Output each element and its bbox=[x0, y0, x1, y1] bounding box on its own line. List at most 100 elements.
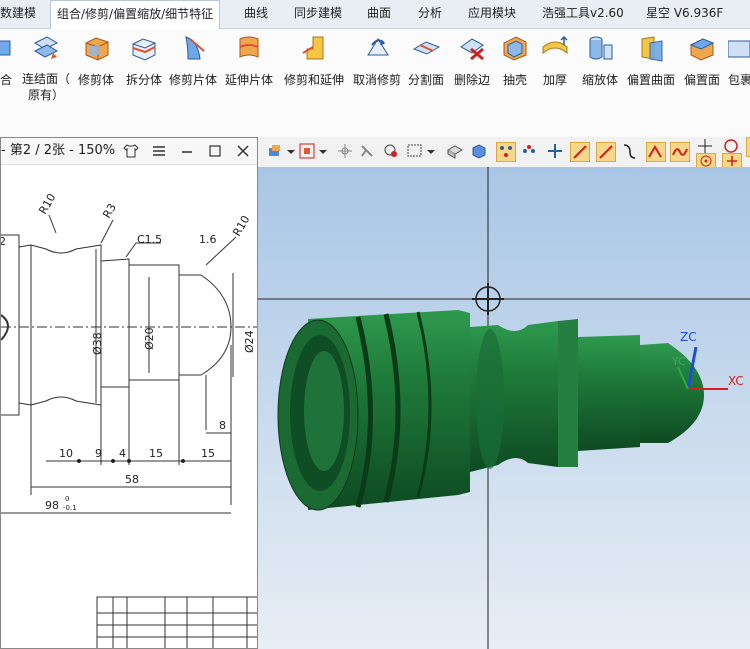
join-face-label-2: 原有） bbox=[27, 88, 64, 102]
delete-edge-icon bbox=[460, 38, 484, 61]
dropdown-icon[interactable] bbox=[286, 142, 296, 160]
angle-snap-icon[interactable] bbox=[646, 142, 666, 162]
box-select-icon[interactable] bbox=[406, 142, 424, 160]
wrap-button[interactable]: 包裹 bbox=[728, 33, 750, 103]
offset-face-icon bbox=[689, 38, 715, 61]
spline-snap-icon[interactable] bbox=[670, 142, 690, 162]
scale-body-icon bbox=[589, 36, 613, 60]
dim-c1-5: C1.5 bbox=[137, 233, 162, 246]
solid-view-icon[interactable] bbox=[470, 142, 488, 160]
axis-label-xc: XC bbox=[728, 374, 744, 388]
delete-edge-button[interactable]: 删除边 bbox=[452, 33, 492, 103]
thicken-button[interactable]: 加厚 bbox=[540, 33, 570, 103]
pdf-title: - 第2 / 2张 - 150% bbox=[1, 143, 116, 158]
ribbon-tab-bar: 数建模 组合/修剪/偏置缩放/细节特征 曲线 同步建模 曲面 分析 应用模块 浩… bbox=[0, 0, 750, 29]
display-mode-icon[interactable] bbox=[266, 142, 284, 160]
tab-modeling[interactable]: 数建模 bbox=[0, 0, 36, 27]
dim-9: 9 bbox=[95, 447, 102, 460]
combine-button[interactable]: 合 bbox=[0, 33, 16, 103]
shell-button[interactable]: 抽壳 bbox=[500, 33, 530, 103]
join-face-button[interactable]: 连结面（ 原有） bbox=[22, 33, 70, 103]
dim-98-lower-tol: -0.1 bbox=[63, 504, 77, 512]
tab-xingkong[interactable]: 星空 V6.936F bbox=[646, 0, 723, 27]
dim-r10-right: R10 bbox=[230, 213, 252, 238]
shaded-view-icon[interactable] bbox=[446, 142, 464, 160]
dim-15-b: 15 bbox=[201, 447, 215, 460]
trim-body-icon bbox=[85, 37, 109, 61]
wcs-icon[interactable] bbox=[358, 142, 376, 160]
snap-point-icon[interactable] bbox=[336, 142, 354, 160]
pdf-page: 2 R10 R3 C1.5 1.6 R10 Ø38 Ø20 Ø24 8 10 9… bbox=[1, 165, 257, 648]
axis-label-yc: YC bbox=[671, 355, 686, 368]
engineering-drawing: 2 R10 R3 C1.5 1.6 R10 Ø38 Ø20 Ø24 8 10 9… bbox=[1, 191, 257, 648]
untrim-button[interactable]: 取消修剪 bbox=[352, 33, 402, 103]
dim-r3: R3 bbox=[100, 201, 119, 220]
shirt-icon[interactable] bbox=[123, 143, 139, 159]
line-snap-icon[interactable] bbox=[570, 142, 590, 162]
selection-box-icon[interactable] bbox=[298, 142, 316, 160]
trim-body-button[interactable]: 修剪体 bbox=[76, 33, 116, 103]
join-face-icon bbox=[33, 36, 59, 59]
cursor-crosshair-icon bbox=[472, 283, 504, 315]
point-on-icon[interactable] bbox=[382, 142, 400, 160]
tab-haoqiang-tools[interactable]: 浩强工具v2.60 bbox=[542, 0, 624, 27]
trim-sheet-button[interactable]: 修剪片体 bbox=[168, 33, 218, 103]
dropdown-icon-2[interactable] bbox=[318, 142, 328, 160]
dim-15-a: 15 bbox=[149, 447, 163, 460]
divide-face-icon bbox=[412, 41, 441, 55]
vertex-select-icon[interactable] bbox=[496, 142, 516, 162]
scale-body-button[interactable]: 缩放体 bbox=[580, 33, 620, 103]
join-face-label-1: 连结面（ bbox=[22, 72, 71, 86]
turned-shaft-model bbox=[277, 310, 704, 511]
offset-surface-icon bbox=[641, 36, 663, 62]
maximize-icon[interactable] bbox=[207, 143, 223, 159]
model-canvas: ZC YC XC bbox=[258, 167, 750, 649]
extend-sheet-button[interactable]: 延伸片体 bbox=[224, 33, 274, 103]
trim-extend-button[interactable]: 修剪和延伸 bbox=[282, 33, 346, 103]
line-snap-icon-2[interactable] bbox=[596, 142, 616, 162]
split-body-icon bbox=[132, 38, 156, 61]
toolbar-overflow[interactable] bbox=[746, 137, 750, 157]
minimize-icon[interactable] bbox=[179, 143, 195, 159]
tab-analysis[interactable]: 分析 bbox=[418, 0, 442, 27]
dim-98-upper-tol: 0 bbox=[65, 495, 69, 503]
offset-face-button[interactable]: 偏置面 bbox=[682, 33, 722, 103]
trim-sheet-icon bbox=[185, 36, 205, 60]
shell-icon bbox=[503, 36, 527, 61]
dim-2: 2 bbox=[1, 235, 6, 248]
dim-1-6: 1.6 bbox=[199, 233, 217, 246]
dim-dia38: Ø38 bbox=[91, 332, 104, 355]
dim-r10-left: R10 bbox=[36, 191, 58, 216]
point-snap-icon[interactable] bbox=[520, 142, 538, 160]
wrap-icon bbox=[728, 40, 750, 58]
close-icon[interactable] bbox=[235, 143, 251, 159]
pdf-viewer-window[interactable]: - 第2 / 2张 - 150% 2 R10 R3 C1.5 1.6 R10 Ø… bbox=[0, 137, 258, 649]
ribbon-panel: 合 连结面（ 原有） 修剪体 拆分体 修剪片体 延伸片体 修剪和延伸 取消修剪 分… bbox=[0, 29, 750, 138]
extend-sheet-icon bbox=[239, 36, 259, 58]
tab-sync-modeling[interactable]: 同步建模 bbox=[294, 0, 342, 27]
thicken-icon bbox=[542, 35, 568, 55]
tab-applications[interactable]: 应用模块 bbox=[468, 0, 516, 27]
untrim-icon bbox=[367, 38, 389, 56]
divide-face-button[interactable]: 分割面 bbox=[406, 33, 446, 103]
dim-4: 4 bbox=[119, 447, 126, 460]
dim-98: 98 bbox=[45, 499, 59, 512]
dropdown-icon-3[interactable] bbox=[426, 142, 436, 160]
pdf-titlebar: - 第2 / 2张 - 150% bbox=[1, 138, 257, 165]
center-snap-icon[interactable] bbox=[546, 142, 564, 160]
dim-10: 10 bbox=[59, 447, 73, 460]
split-body-button[interactable]: 拆分体 bbox=[124, 33, 164, 103]
menu-icon[interactable] bbox=[151, 143, 167, 159]
trim-extend-icon bbox=[302, 36, 324, 60]
tab-combine-trim[interactable]: 组合/修剪/偏置缩放/细节特征 bbox=[50, 0, 221, 29]
offset-surface-button[interactable]: 偏置曲面 bbox=[626, 33, 676, 103]
title-block bbox=[96, 596, 257, 648]
view-toolbar bbox=[258, 137, 750, 169]
curve-icon[interactable] bbox=[620, 142, 638, 160]
graphics-viewport[interactable]: ZC YC XC bbox=[258, 167, 750, 649]
tab-surface[interactable]: 曲面 bbox=[367, 0, 391, 27]
axis-label-zc: ZC bbox=[680, 330, 697, 344]
dim-8: 8 bbox=[219, 419, 226, 432]
dim-dia20: Ø20 bbox=[143, 327, 156, 350]
tab-curve[interactable]: 曲线 bbox=[244, 0, 268, 27]
